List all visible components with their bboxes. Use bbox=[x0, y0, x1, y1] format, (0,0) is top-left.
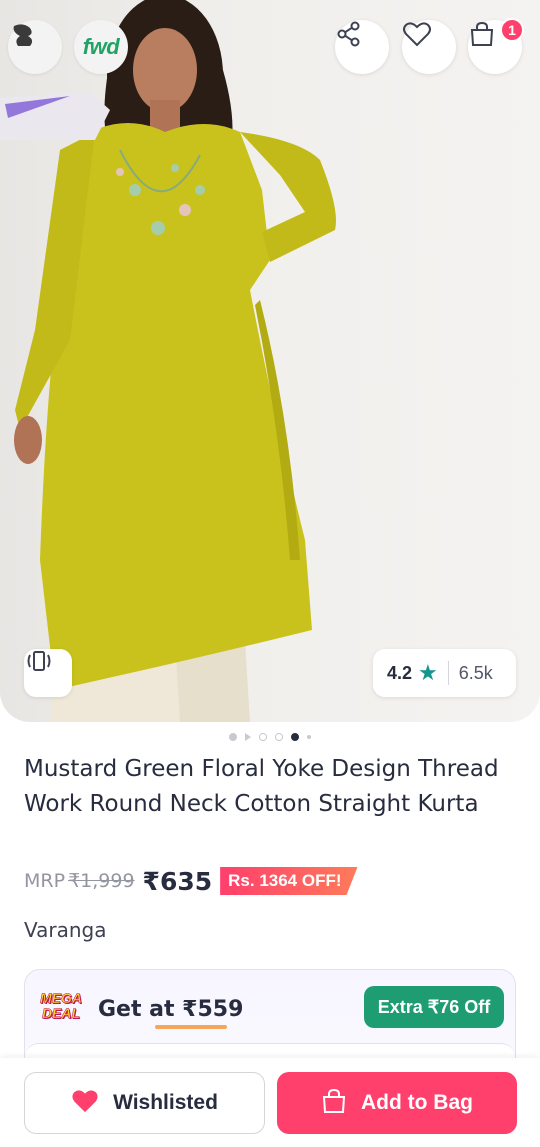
add-to-bag-button[interactable]: Add to Bag bbox=[277, 1072, 517, 1134]
wishlist-button[interactable]: Wishlisted bbox=[24, 1072, 265, 1134]
rating-pill[interactable]: 4.2 ★ 6.5k bbox=[373, 649, 516, 697]
mega-deal-badge: MEGA DEAL bbox=[37, 990, 85, 1021]
rating-divider bbox=[447, 661, 449, 685]
view-similar-button[interactable] bbox=[24, 649, 72, 697]
carousel-dot[interactable] bbox=[307, 735, 311, 739]
deal-price: Get at ₹559 bbox=[98, 997, 244, 1022]
bag-outline-icon bbox=[321, 1087, 347, 1119]
product-image[interactable]: fwd 1 4.2 ★ 6.5k bbox=[0, 0, 540, 722]
heart-filled-icon bbox=[71, 1088, 99, 1118]
carousel-indicator bbox=[0, 733, 540, 741]
mrp-label: MRP bbox=[24, 870, 66, 892]
bag-header-button[interactable]: 1 bbox=[468, 18, 524, 74]
wishlist-label: Wishlisted bbox=[113, 1091, 218, 1114]
carousel-dot[interactable] bbox=[259, 733, 267, 741]
add-to-bag-label: Add to Bag bbox=[361, 1091, 473, 1114]
fwd-logo: fwd bbox=[82, 34, 120, 59]
sale-price: ₹635 bbox=[142, 866, 213, 896]
rating-count: 6.5k bbox=[458, 662, 493, 683]
price-row: MRP ₹1,999 ₹635 Rs. 1364 OFF! bbox=[24, 866, 358, 896]
mega-deal-line1: MEGA bbox=[40, 990, 83, 1006]
share-button[interactable] bbox=[335, 20, 389, 74]
product-title: Mustard Green Floral Yoke Design Thread … bbox=[24, 756, 499, 817]
discount-tag: Rs. 1364 OFF! bbox=[220, 867, 358, 895]
mrp-value: ₹1,999 bbox=[68, 870, 135, 892]
brand-name[interactable]: Varanga bbox=[24, 918, 107, 942]
kurta-photo bbox=[0, 0, 336, 722]
fwd-button[interactable]: fwd bbox=[74, 20, 128, 74]
mega-deal-line2: DEAL bbox=[41, 1005, 81, 1021]
carousel-dot[interactable] bbox=[275, 733, 283, 741]
bottom-action-bar: Wishlisted Add to Bag bbox=[0, 1058, 540, 1147]
carousel-video-dot[interactable] bbox=[245, 733, 251, 741]
wishlist-header-button[interactable] bbox=[402, 20, 456, 74]
carousel-dot-active[interactable] bbox=[291, 733, 299, 741]
bag-count-badge: 1 bbox=[500, 18, 524, 42]
deal-price-underline bbox=[155, 1025, 227, 1029]
carousel-dot[interactable] bbox=[229, 733, 237, 741]
star-icon: ★ bbox=[418, 660, 438, 685]
rating-value: 4.2 bbox=[387, 662, 413, 683]
extra-off-badge[interactable]: Extra ₹76 Off bbox=[364, 986, 504, 1028]
profile-button[interactable] bbox=[8, 20, 62, 74]
